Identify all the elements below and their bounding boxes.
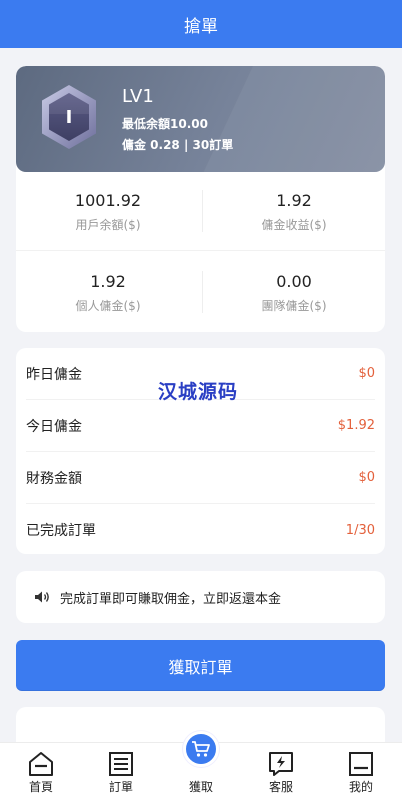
watermark-text: 汉城源码 [158,381,239,403]
commission-value: $0 [358,366,375,381]
stat-team-commission: 0.00 團隊傭金($) [202,272,385,314]
tab-service[interactable]: 客服 [241,743,321,798]
stat-value: 0.00 [276,272,312,291]
notice-bar: 完成訂單即可賺取佣金，立即返還本金 [16,571,385,623]
commission-label: 昨日傭金 [26,366,82,383]
level-min-balance: 最低余額10.00 [122,117,208,131]
tab-grab[interactable]: 獲取 [161,731,241,798]
commission-label: 今日傭金 [26,418,82,435]
page-title: 搶單 [184,16,218,37]
level-badge-letter: I [65,106,73,128]
tab-label: 客服 [268,780,293,794]
stat-label: 傭金收益($) [261,218,327,232]
level-commission-info: 傭金 0.28 | 30訂單 [122,138,234,152]
top-bar: 搶單 [0,0,402,48]
stat-value: 1.92 [90,272,126,291]
tab-label: 首頁 [28,780,53,794]
stat-value: 1.92 [276,191,312,210]
stat-label: 個人傭金($) [75,299,141,313]
profile-icon [349,752,373,776]
cart-icon [192,741,210,757]
orders-icon [109,752,133,776]
tab-label: 獲取 [188,780,213,794]
notice-text: 完成訂單即可賺取佣金，立即返還本金 [60,591,282,607]
tab-orders[interactable]: 訂單 [81,743,161,798]
commission-value: 1/30 [345,522,375,538]
commission-value: $0 [358,470,375,485]
stat-user-balance: 1001.92 用戶余額($) [16,191,200,233]
commission-label: 財務金額 [26,470,82,487]
commission-label: 已完成訂單 [26,523,96,539]
level-card: I LV1 最低余額10.00 傭金 0.28 | 30訂單 1001.92 用… [16,66,385,332]
grab-order-button[interactable]: 獲取訂單 [16,640,385,691]
commission-row-completed: 已完成訂單 1/30 [26,504,375,556]
stat-personal-commission: 1.92 個人傭金($) [16,272,200,314]
service-icon [269,752,293,776]
tab-label: 訂單 [108,780,133,794]
commission-row-today: 今日傭金 $1.92 [26,400,375,452]
stats-divider [16,250,385,251]
home-icon [29,752,53,776]
tab-bar: 首頁 訂單 獲取 客服 我的 [0,731,402,798]
tab-label: 我的 [348,780,373,794]
stat-label: 團隊傭金($) [261,299,327,313]
stat-label: 用戶余額($) [75,218,141,232]
level-header: I LV1 最低余額10.00 傭金 0.28 | 30訂單 [16,66,385,172]
level-name: LV1 [122,86,154,107]
speaker-icon [35,591,49,603]
commission-row-finance: 財務金額 $0 [26,452,375,504]
stat-commission-income: 1.92 傭金收益($) [202,191,385,233]
stat-value: 1001.92 [74,191,142,210]
tab-profile[interactable]: 我的 [321,743,401,798]
tab-home[interactable]: 首頁 [1,743,81,798]
commission-value: $1.92 [337,418,375,433]
